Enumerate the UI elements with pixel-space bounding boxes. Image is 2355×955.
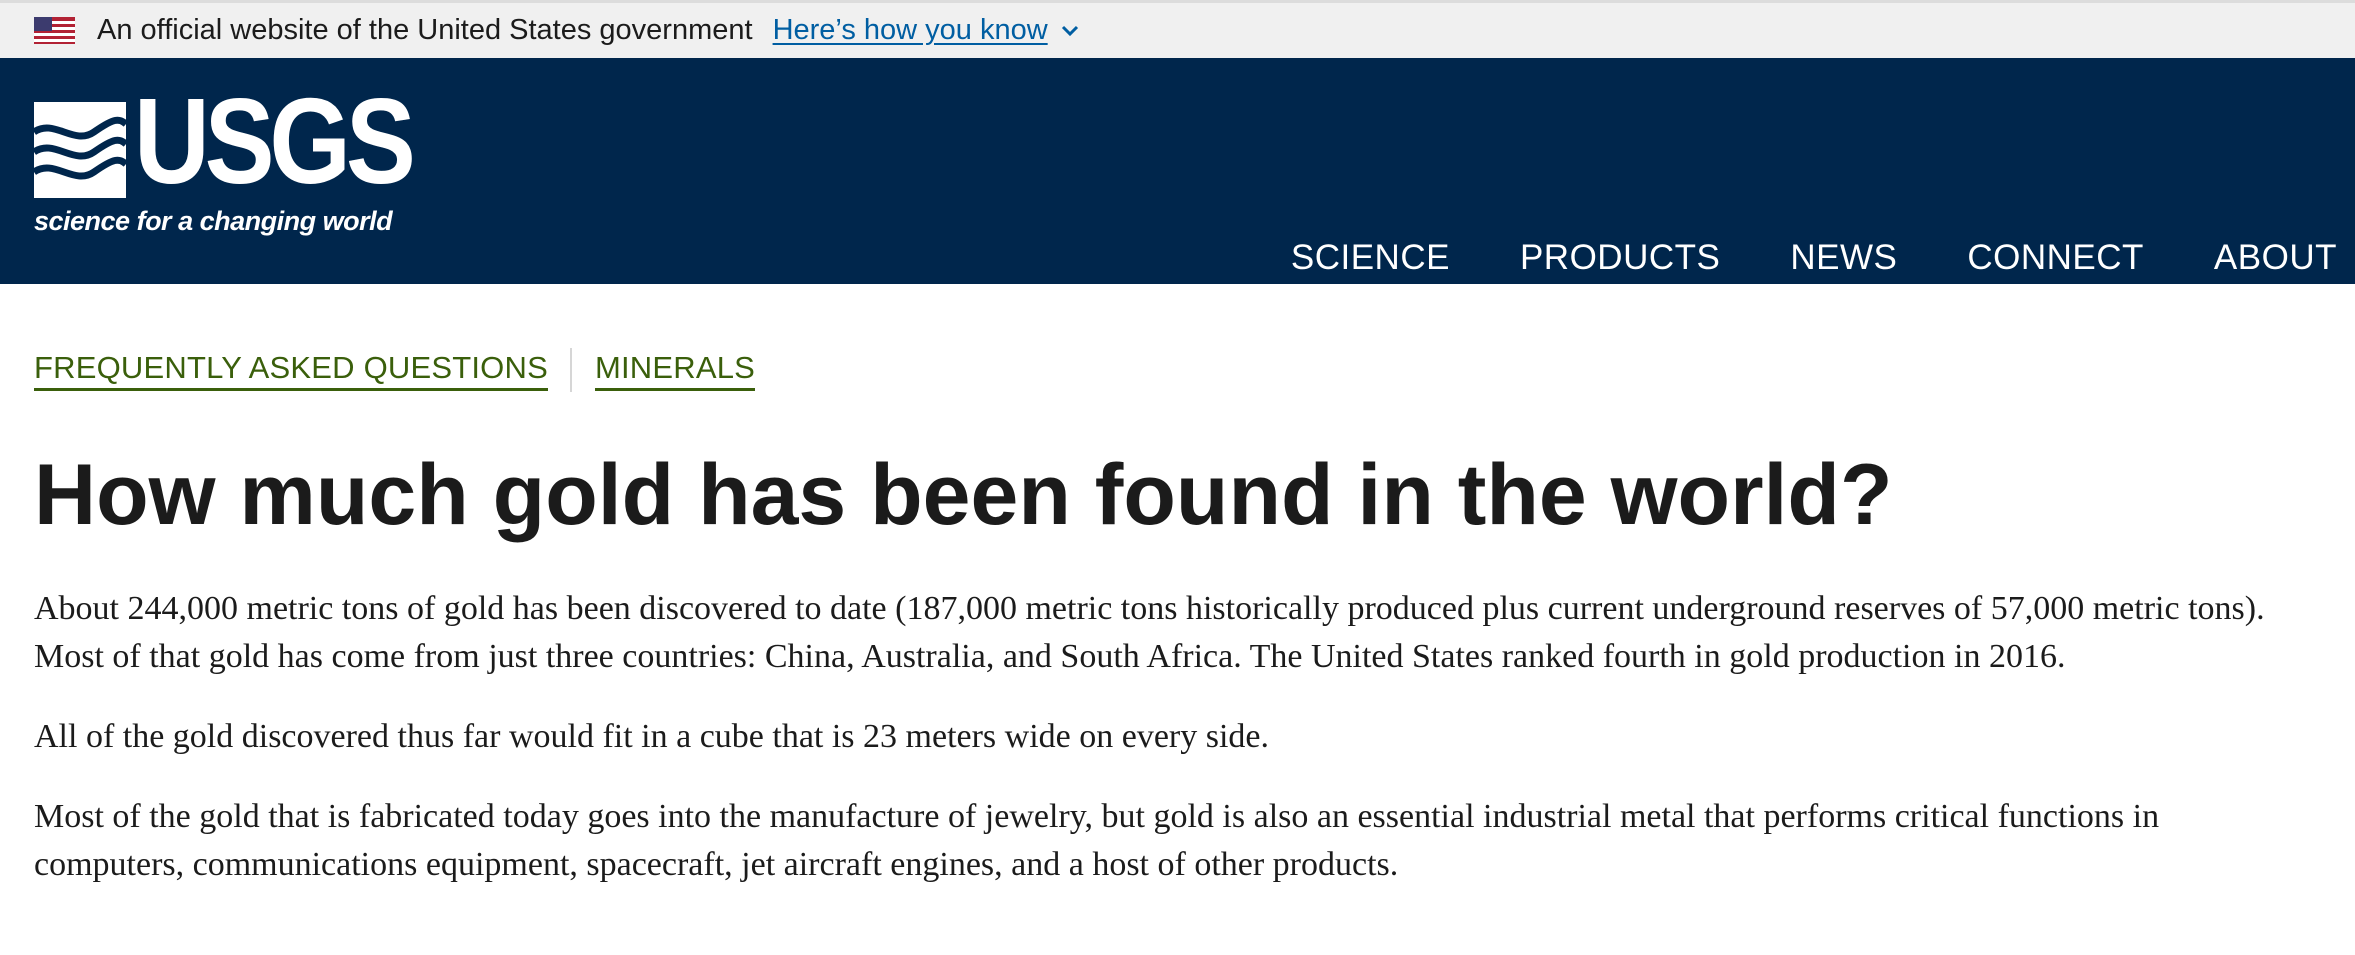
breadcrumb: FREQUENTLY ASKED QUESTIONS MINERALS: [34, 340, 2315, 400]
logo-tagline: science for a changing world: [34, 206, 393, 236]
heres-how-you-know-link[interactable]: Here’s how you know: [773, 14, 1048, 47]
gov-banner-text: An official website of the United States…: [97, 14, 753, 46]
main-nav: SCIENCE PRODUCTS NEWS CONNECT ABOUT: [1221, 238, 2337, 278]
main-content: FREQUENTLY ASKED QUESTIONS MINERALS How …: [0, 340, 2355, 889]
nav-connect[interactable]: CONNECT: [1967, 238, 2144, 278]
usgs-wave-logo-icon: [34, 102, 126, 198]
breadcrumb-faq[interactable]: FREQUENTLY ASKED QUESTIONS: [34, 350, 548, 391]
nav-science[interactable]: SCIENCE: [1291, 238, 1450, 278]
us-flag-icon: [34, 17, 75, 44]
nav-about[interactable]: ABOUT: [2214, 238, 2337, 278]
breadcrumb-divider: [569, 348, 572, 392]
paragraph-3: Most of the gold that is fabricated toda…: [34, 797, 2160, 883]
gov-banner: An official website of the United States…: [0, 0, 2355, 58]
paragraph-1: About 244,000 metric tons of gold has be…: [34, 589, 2265, 675]
site-header: USGS science for a changing world SCIENC…: [0, 58, 2355, 284]
paragraph-2: All of the gold discovered thus far woul…: [34, 717, 1270, 755]
logo-wordmark: USGS: [134, 73, 416, 209]
page-title: How much gold has been found in the worl…: [34, 447, 1893, 543]
chevron-down-icon[interactable]: [1060, 21, 1080, 41]
nav-products[interactable]: PRODUCTS: [1520, 238, 1720, 278]
article-body: About 244,000 metric tons of gold has be…: [34, 585, 2315, 889]
usgs-logo[interactable]: USGS science for a changing world: [34, 80, 416, 242]
breadcrumb-minerals[interactable]: MINERALS: [594, 350, 756, 391]
nav-news[interactable]: NEWS: [1790, 238, 1897, 278]
